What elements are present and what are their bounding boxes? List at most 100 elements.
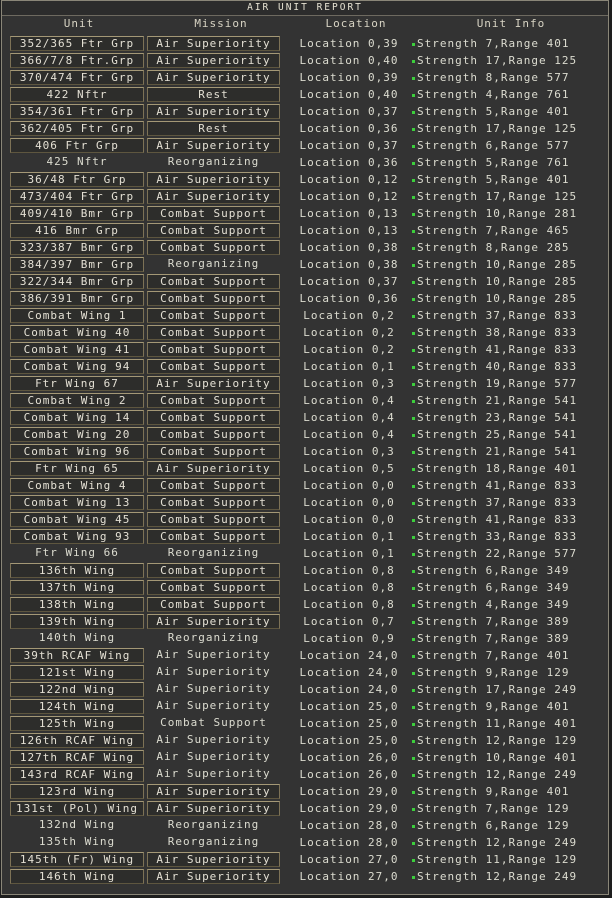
unit-name-button[interactable]: 139th Wing xyxy=(10,614,144,629)
unit-name-button[interactable]: Combat Wing 41 xyxy=(10,342,144,357)
mission-button[interactable]: Air Superiority xyxy=(147,699,280,714)
unit-name-button[interactable]: 362/405 Ftr Grp xyxy=(10,121,144,136)
unit-name-button[interactable]: 126th RCAF Wing xyxy=(10,733,144,748)
unit-name-button[interactable]: Combat Wing 1 xyxy=(10,308,144,323)
unit-name-button[interactable]: 125th Wing xyxy=(10,716,144,731)
mission-button[interactable]: Reorganizing xyxy=(147,257,280,272)
unit-name-button[interactable]: 132nd Wing xyxy=(10,818,144,833)
unit-name-button[interactable]: 422 Nftr xyxy=(10,87,144,102)
unit-name-button[interactable]: 370/474 Ftr Grp xyxy=(10,70,144,85)
unit-name-button[interactable]: 416 Bmr Grp xyxy=(10,223,144,238)
mission-button[interactable]: Rest xyxy=(147,87,280,102)
mission-button[interactable]: Combat Support xyxy=(147,478,280,493)
mission-button[interactable]: Combat Support xyxy=(147,444,280,459)
mission-button[interactable]: Reorganizing xyxy=(147,818,280,833)
unit-name-button[interactable]: 122nd Wing xyxy=(10,682,144,697)
mission-button[interactable]: Combat Support xyxy=(147,291,280,306)
mission-button[interactable]: Air Superiority xyxy=(147,750,280,765)
mission-button[interactable]: Air Superiority xyxy=(147,70,280,85)
unit-name-button[interactable]: 409/410 Bmr Grp xyxy=(10,206,144,221)
mission-button[interactable]: Reorganizing xyxy=(147,155,280,170)
mission-button[interactable]: Combat Support xyxy=(147,325,280,340)
mission-button[interactable]: Combat Support xyxy=(147,308,280,323)
unit-name-button[interactable]: Combat Wing 96 xyxy=(10,444,144,459)
mission-button[interactable]: Air Superiority xyxy=(147,784,280,799)
unit-name-button[interactable]: Ftr Wing 67 xyxy=(10,376,144,391)
unit-name-button[interactable]: 386/391 Bmr Grp xyxy=(10,291,144,306)
unit-name-button[interactable]: 140th Wing xyxy=(10,631,144,646)
mission-button[interactable]: Combat Support xyxy=(147,359,280,374)
unit-name-button[interactable]: 131st (Pol) Wing xyxy=(10,801,144,816)
mission-button[interactable]: Combat Support xyxy=(147,206,280,221)
unit-name-button[interactable]: 143rd RCAF Wing xyxy=(10,767,144,782)
unit-name-button[interactable]: 137th Wing xyxy=(10,580,144,595)
mission-button[interactable]: Combat Support xyxy=(147,342,280,357)
unit-name-button[interactable]: 145th (Fr) Wing xyxy=(10,852,144,867)
mission-button[interactable]: Combat Support xyxy=(147,240,280,255)
unit-name-button[interactable]: 322/344 Bmr Grp xyxy=(10,274,144,289)
unit-name-button[interactable]: 123rd Wing xyxy=(10,784,144,799)
mission-button[interactable]: Air Superiority xyxy=(147,665,280,680)
mission-button[interactable]: Reorganizing xyxy=(147,835,280,850)
unit-name-button[interactable]: 323/387 Bmr Grp xyxy=(10,240,144,255)
unit-name-button[interactable]: Combat Wing 94 xyxy=(10,359,144,374)
mission-button[interactable]: Air Superiority xyxy=(147,767,280,782)
unit-name-button[interactable]: 127th RCAF Wing xyxy=(10,750,144,765)
mission-button[interactable]: Air Superiority xyxy=(147,138,280,153)
unit-name-button[interactable]: 39th RCAF Wing xyxy=(10,648,144,663)
unit-name-button[interactable]: Ftr Wing 65 xyxy=(10,461,144,476)
mission-button[interactable]: Air Superiority xyxy=(147,376,280,391)
unit-name-button[interactable]: 354/361 Ftr Grp xyxy=(10,104,144,119)
mission-button[interactable]: Air Superiority xyxy=(147,648,280,663)
unit-name-button[interactable]: Combat Wing 4 xyxy=(10,478,144,493)
mission-button[interactable]: Combat Support xyxy=(147,580,280,595)
mission-button[interactable]: Air Superiority xyxy=(147,104,280,119)
mission-button[interactable]: Combat Support xyxy=(147,512,280,527)
unit-name-button[interactable]: 36/48 Ftr Grp xyxy=(10,172,144,187)
unit-name-button[interactable]: Combat Wing 45 xyxy=(10,512,144,527)
mission-button[interactable]: Air Superiority xyxy=(147,53,280,68)
mission-button[interactable]: Air Superiority xyxy=(147,36,280,51)
unit-name-button[interactable]: Ftr Wing 66 xyxy=(10,546,144,561)
unit-name-button[interactable]: 121st Wing xyxy=(10,665,144,680)
mission-button[interactable]: Reorganizing xyxy=(147,546,280,561)
unit-name-button[interactable]: 138th Wing xyxy=(10,597,144,612)
unit-name-button[interactable]: 136th Wing xyxy=(10,563,144,578)
mission-button[interactable]: Combat Support xyxy=(147,716,280,731)
unit-name-button[interactable]: Combat Wing 93 xyxy=(10,529,144,544)
unit-name-button[interactable]: 425 Nftr xyxy=(10,155,144,170)
unit-name-button[interactable]: Combat Wing 13 xyxy=(10,495,144,510)
mission-button[interactable]: Air Superiority xyxy=(147,852,280,867)
unit-name-button[interactable]: 135th Wing xyxy=(10,835,144,850)
unit-name-button[interactable]: 146th Wing xyxy=(10,869,144,884)
unit-name-button[interactable]: 366/7/8 Ftr.Grp xyxy=(10,53,144,68)
mission-button[interactable]: Reorganizing xyxy=(147,631,280,646)
mission-button[interactable]: Air Superiority xyxy=(147,682,280,697)
unit-name-button[interactable]: Combat Wing 2 xyxy=(10,393,144,408)
mission-button[interactable]: Combat Support xyxy=(147,529,280,544)
mission-button[interactable]: Air Superiority xyxy=(147,614,280,629)
mission-button[interactable]: Air Superiority xyxy=(147,461,280,476)
unit-name-button[interactable]: Combat Wing 14 xyxy=(10,410,144,425)
unit-name-button[interactable]: 473/404 Ftr Grp xyxy=(10,189,144,204)
mission-button[interactable]: Combat Support xyxy=(147,563,280,578)
unit-name-button[interactable]: 406 Ftr Grp xyxy=(10,138,144,153)
mission-button[interactable]: Combat Support xyxy=(147,274,280,289)
mission-button[interactable]: Air Superiority xyxy=(147,869,280,884)
mission-button[interactable]: Combat Support xyxy=(147,597,280,612)
unit-name-button[interactable]: 384/397 Bmr Grp xyxy=(10,257,144,272)
mission-button[interactable]: Combat Support xyxy=(147,393,280,408)
unit-name-button[interactable]: Combat Wing 20 xyxy=(10,427,144,442)
mission-button[interactable]: Combat Support xyxy=(147,495,280,510)
mission-button[interactable]: Air Superiority xyxy=(147,172,280,187)
unit-name-button[interactable]: 124th Wing xyxy=(10,699,144,714)
mission-button[interactable]: Air Superiority xyxy=(147,801,280,816)
mission-button[interactable]: Combat Support xyxy=(147,410,280,425)
mission-button[interactable]: Combat Support xyxy=(147,427,280,442)
unit-name-button[interactable]: 352/365 Ftr Grp xyxy=(10,36,144,51)
mission-button[interactable]: Air Superiority xyxy=(147,733,280,748)
mission-button[interactable]: Air Superiority xyxy=(147,189,280,204)
mission-button[interactable]: Combat Support xyxy=(147,223,280,238)
mission-button[interactable]: Rest xyxy=(147,121,280,136)
unit-name-button[interactable]: Combat Wing 40 xyxy=(10,325,144,340)
